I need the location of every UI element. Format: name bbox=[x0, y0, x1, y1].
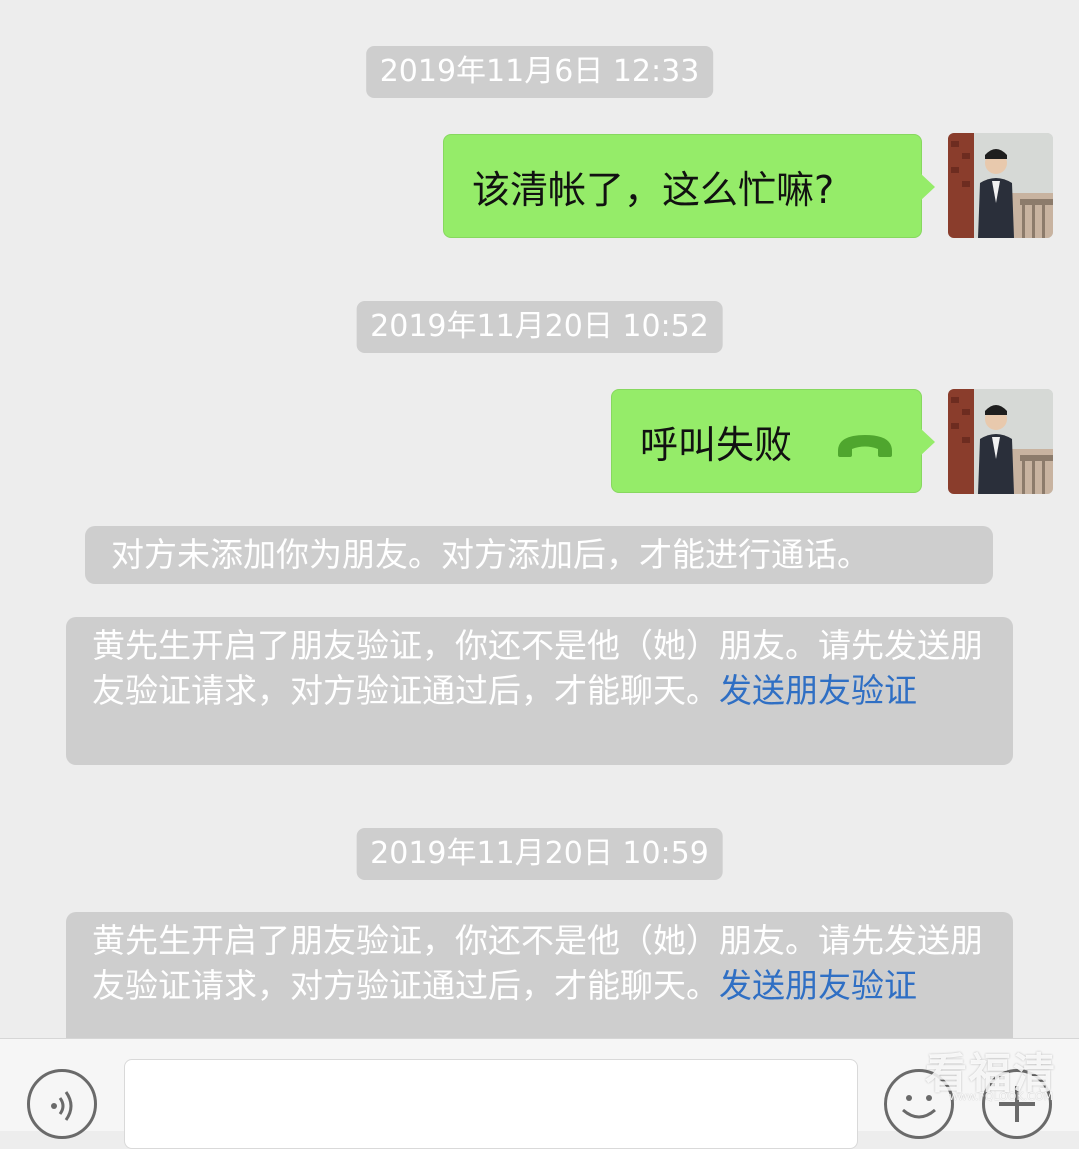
timestamp: 2019年11月20日 10:59 bbox=[356, 828, 723, 880]
voice-icon[interactable] bbox=[27, 1069, 97, 1139]
timestamp: 2019年11月6日 12:33 bbox=[365, 46, 714, 98]
avatar[interactable] bbox=[948, 133, 1053, 238]
phone-hangup-icon bbox=[834, 426, 896, 458]
call-status-text: 呼叫失败 bbox=[640, 422, 793, 467]
send-verification-link[interactable]: 发送朋友验证 bbox=[719, 966, 917, 1005]
call-failed-bubble[interactable]: 呼叫失败 bbox=[611, 389, 935, 493]
outgoing-message-bubble[interactable]: 该清帐了，这么忙嘛? bbox=[443, 134, 935, 238]
send-verification-link[interactable]: 发送朋友验证 bbox=[719, 671, 917, 710]
chat-input-bar bbox=[0, 1038, 1079, 1149]
timestamp: 2019年11月20日 10:52 bbox=[356, 301, 723, 353]
watermark-url: www.FQLOOK.COM bbox=[948, 1090, 1053, 1103]
message-text: 该清帐了，这么忙嘛? bbox=[472, 167, 835, 212]
message-input[interactable] bbox=[124, 1059, 858, 1149]
avatar[interactable] bbox=[948, 389, 1053, 494]
system-notice-not-friend: 对方未添加你为朋友。对方添加后，才能进行通话。 bbox=[85, 526, 993, 584]
system-notice-friend-verification: 黄先生开启了朋友验证，你还不是他（她）朋友。请先发送朋友验证请求，对方验证通过后… bbox=[66, 617, 1013, 765]
